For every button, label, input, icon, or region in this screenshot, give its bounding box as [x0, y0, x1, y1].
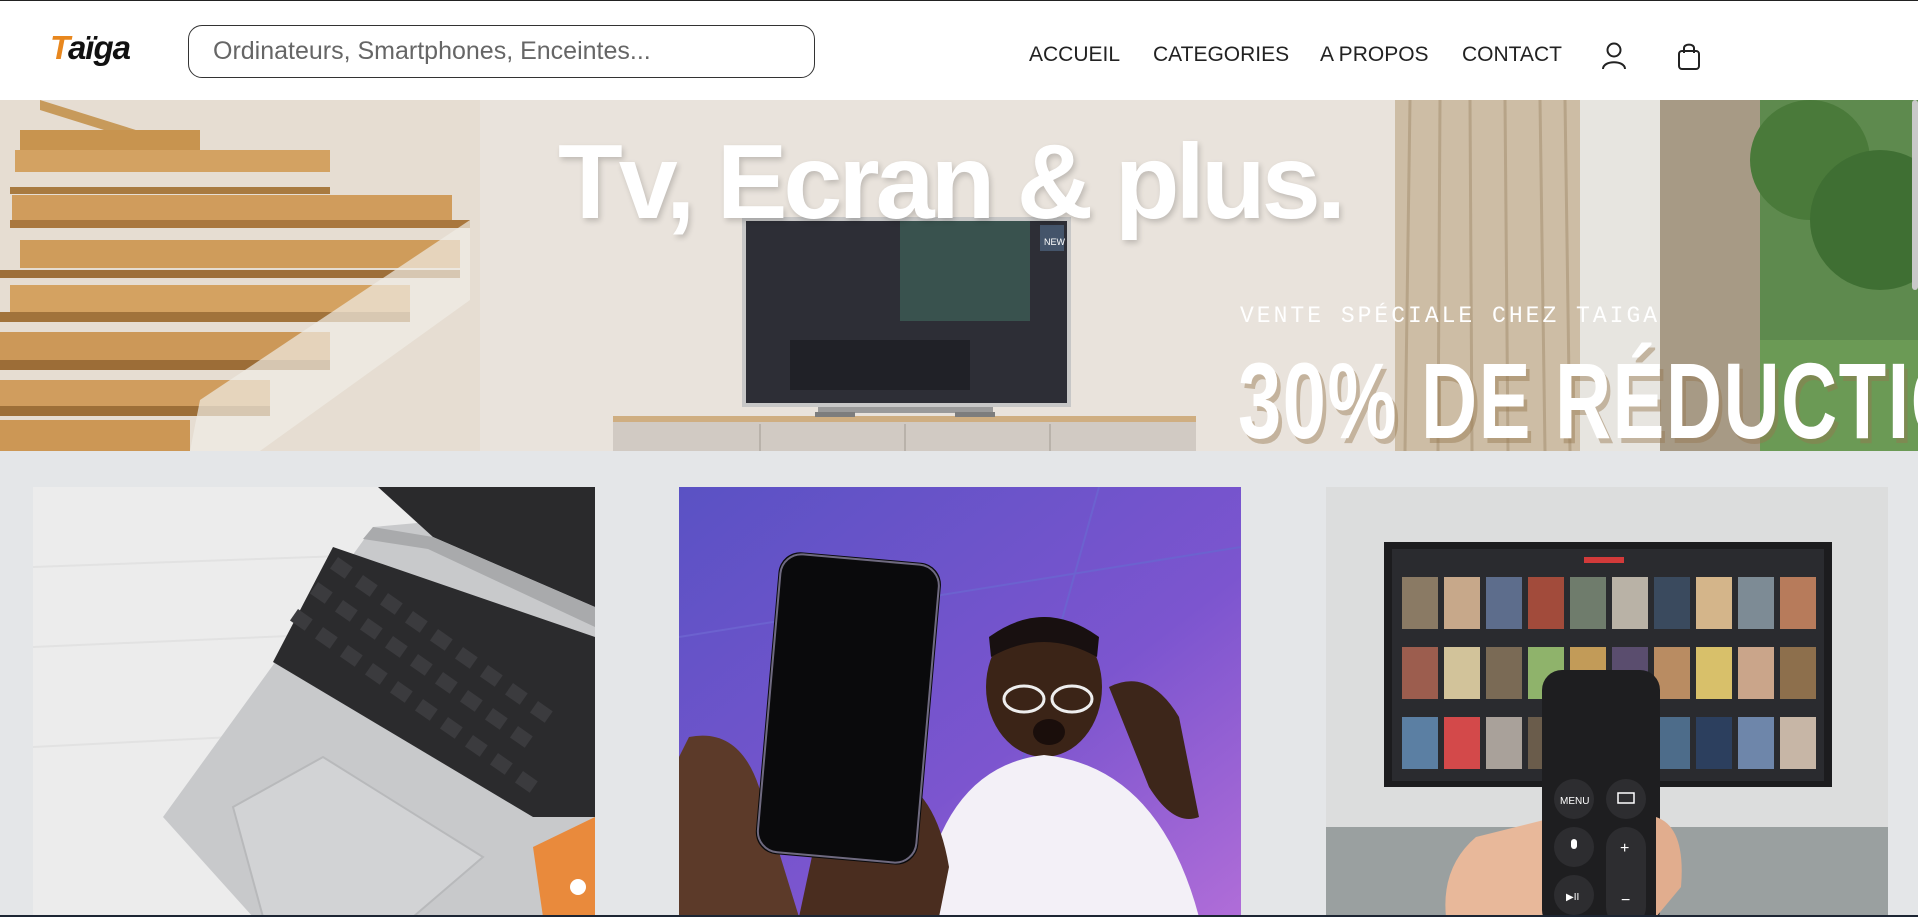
nav-about[interactable]: A PROPOS [1320, 43, 1429, 67]
hero-subtitle: VENTE SPÉCIALE CHEZ TAIGA [1240, 303, 1661, 329]
logo-accent: T [50, 29, 69, 66]
search-input[interactable] [188, 25, 815, 78]
hero-promo: 30% DE RÉDUCTION [1238, 340, 1918, 451]
tv-illustration: NEW [742, 217, 1071, 417]
hero-banner[interactable]: NEW Tv, Ecran & plus. VENTE SPÉCIALE CHE… [0, 100, 1918, 451]
product-card-laptop[interactable] [33, 487, 595, 917]
svg-text:▶II: ▶II [1566, 892, 1579, 903]
remote-menu-label: MENU [1560, 796, 1589, 807]
product-card-tv[interactable]: MENU + − ▶II [1326, 487, 1888, 917]
laptop-keyboard-image [33, 487, 595, 917]
product-section: MENU + − ▶II [0, 451, 1918, 917]
nav-home[interactable]: ACCUEIL [1029, 43, 1120, 67]
product-card-smartphone[interactable] [679, 487, 1241, 917]
logo-text: aïga [67, 29, 131, 66]
site-logo[interactable]: Taïga [50, 29, 131, 67]
shopping-bag-icon[interactable] [1675, 41, 1703, 71]
scrollbar[interactable] [1912, 100, 1918, 290]
tv-remote-image: MENU + − ▶II [1326, 487, 1888, 917]
user-icon[interactable] [1600, 41, 1628, 71]
svg-text:+: + [1620, 840, 1629, 857]
nav-categories[interactable]: CATEGORIES [1153, 43, 1289, 67]
hero-title: Tv, Ecran & plus. [558, 123, 1346, 241]
man-holding-smartphone-image [679, 487, 1241, 917]
nav-contact[interactable]: CONTACT [1462, 43, 1562, 67]
site-header: Taïga ACCUEIL CATEGORIES A PROPOS CONTAC… [0, 1, 1918, 100]
svg-text:−: − [1621, 892, 1630, 909]
staircase-illustration [0, 100, 480, 451]
